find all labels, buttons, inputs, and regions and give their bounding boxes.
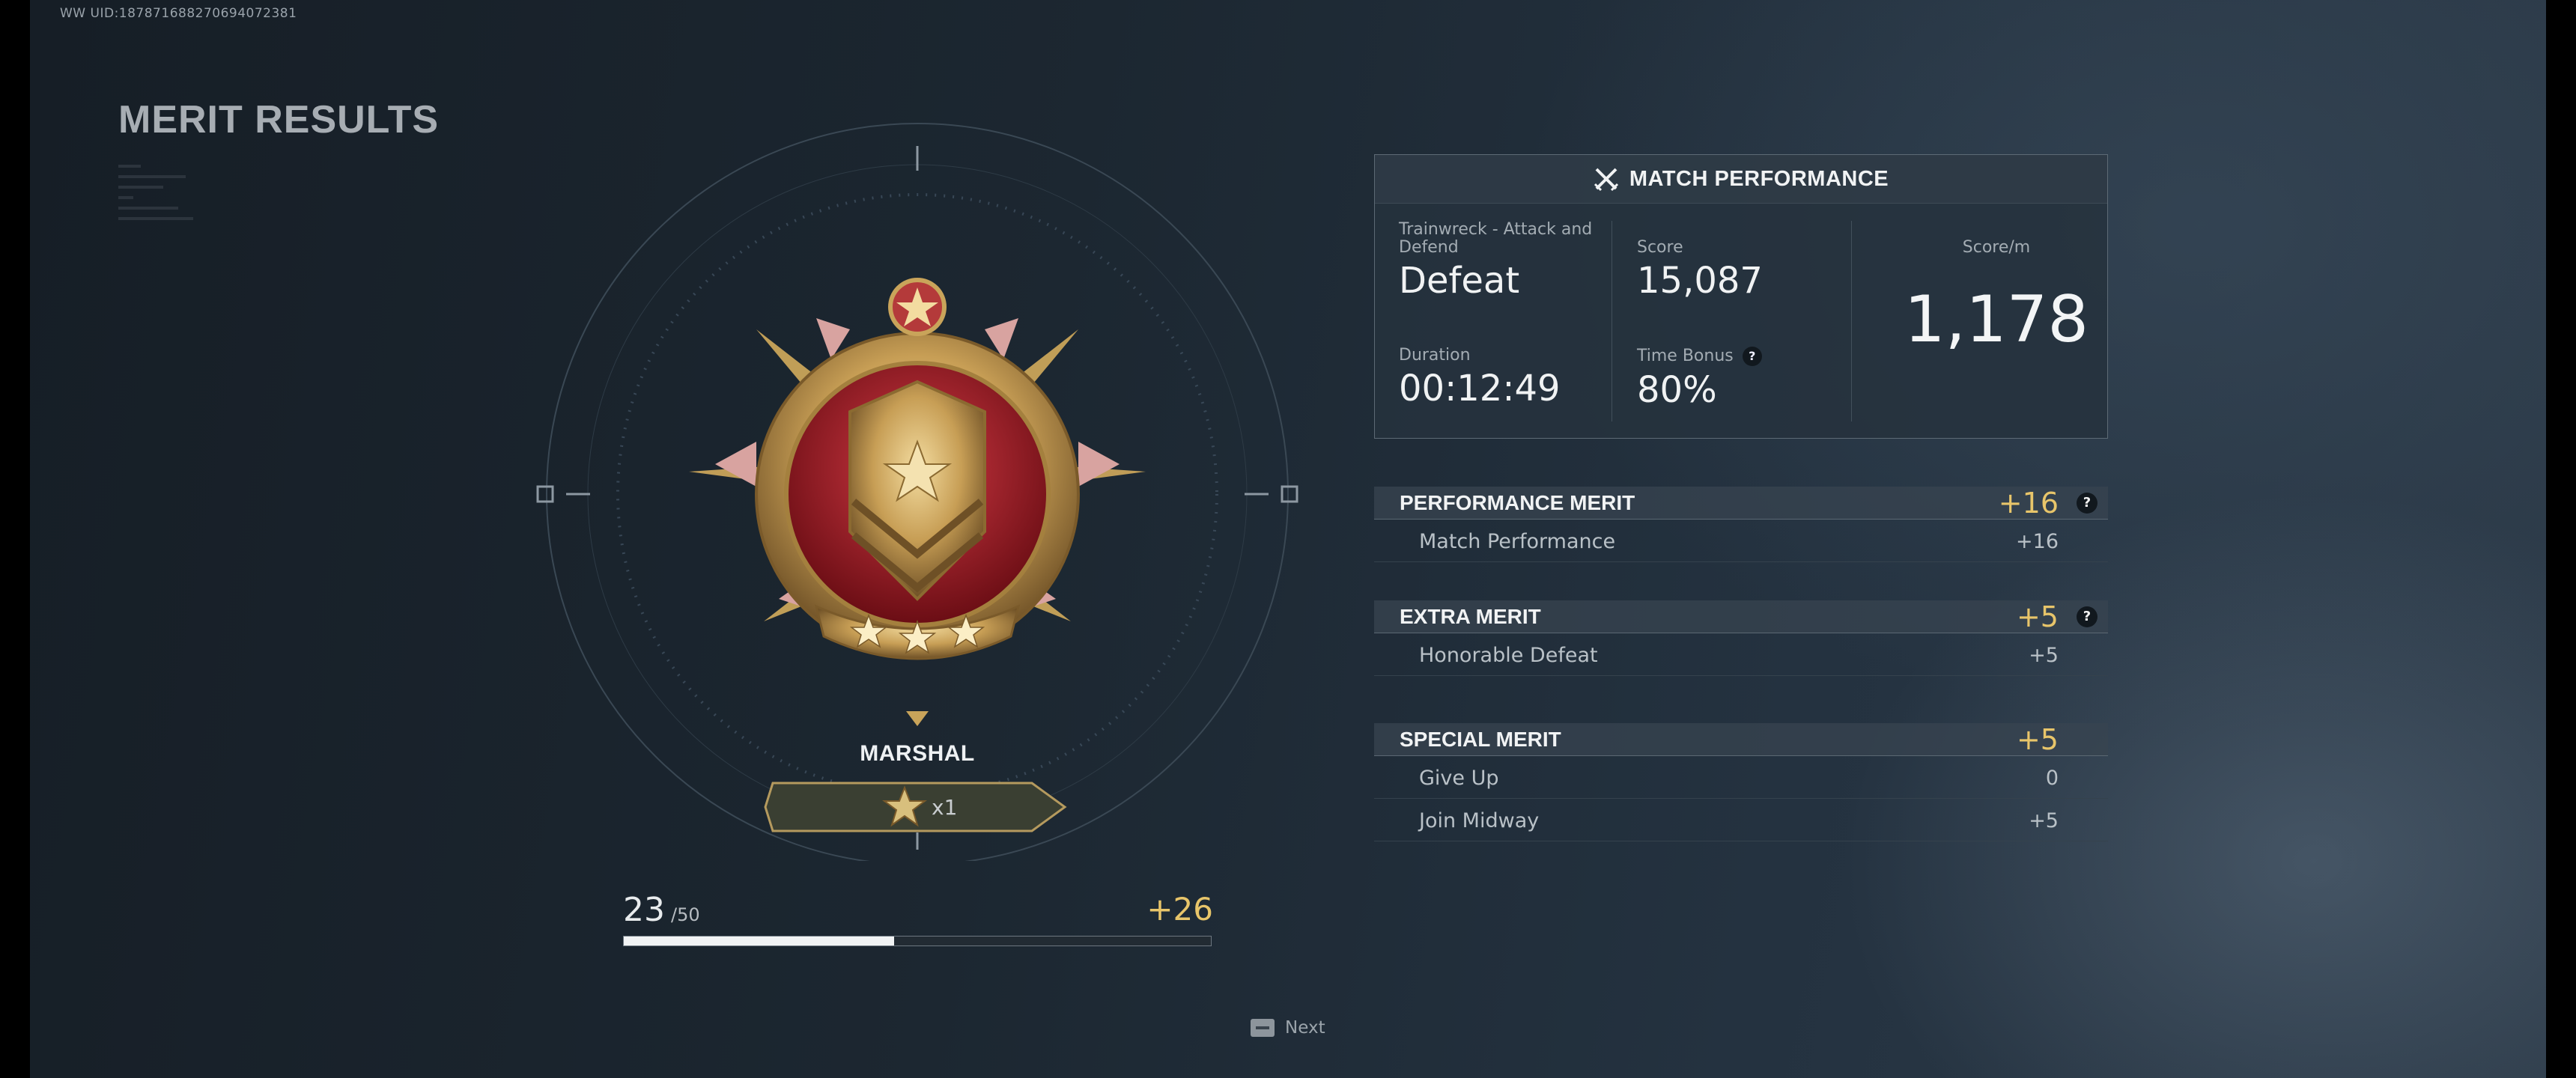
merit-row-label: Match Performance [1419,530,1616,553]
rank-star-icon [882,785,927,827]
score-per-min-value: 1,178 [1904,282,2089,357]
score-value: 15,087 [1637,260,1763,302]
score-per-min-label: Score/m [1962,238,2031,257]
progress-bar-fill [624,937,894,945]
help-icon[interactable]: ? [2077,493,2097,514]
section-title: EXTRA MERIT [1400,605,1541,628]
divider [1611,221,1612,421]
score-label: Score [1637,238,1683,257]
page-title: MERIT RESULTS [118,98,440,141]
time-bonus-label: Time Bonus [1637,347,1734,365]
match-performance-panel: MATCH PERFORMANCE Trainwreck - Attack an… [1374,154,2108,439]
progress-gain: +26 [1146,891,1213,928]
match-performance-title: MATCH PERFORMANCE [1629,166,1889,191]
extra-merit-section: EXTRA MERIT +5 ? Honorable Defeat +5 [1374,600,2108,676]
section-title: SPECIAL MERIT [1400,728,1561,751]
right-marker [1281,485,1298,503]
duration-value: 00:12:49 [1399,368,1561,409]
next-label: Next [1285,1018,1325,1038]
merit-row-value: +5 [2029,644,2059,667]
performance-merit-section: PERFORMANCE MERIT +16 ? Match Performanc… [1374,487,2108,562]
time-bonus-value: 80% [1637,369,1717,411]
merit-row-label: Honorable Defeat [1419,644,1598,667]
keyboard-key-icon [1251,1019,1275,1037]
left-marker [536,485,554,503]
duration-label: Duration [1399,346,1471,365]
merit-row: Match Performance +16 [1374,520,2108,562]
match-performance-header: MATCH PERFORMANCE [1375,155,2107,204]
duration-cell: Duration 00:12:49 [1399,346,1561,410]
special-merit-header: SPECIAL MERIT +5 [1374,723,2108,756]
time-bonus-help-icon[interactable]: ? [1742,347,1762,366]
map-mode-cell: Trainwreck - Attack and Defend Defeat [1399,221,1601,302]
map-mode: Trainwreck - Attack and Defend [1399,220,1593,257]
section-total: +16 [1998,487,2059,520]
special-merit-section: SPECIAL MERIT +5 Give Up 0 Join Midway +… [1374,723,2108,841]
merit-row-label: Give Up [1419,767,1499,790]
section-title: PERFORMANCE MERIT [1400,491,1635,514]
score-cell: Score 15,087 [1637,239,1763,302]
rank-multiplier: x1 [932,795,958,820]
divider [1851,221,1852,421]
results-screen: WW UID:187871688270694072381 MERIT RESUL… [30,0,2546,1078]
user-uid: WW UID:187871688270694072381 [60,6,297,21]
merit-row-value: +5 [2029,809,2059,832]
rank-name: MARSHAL [860,741,975,766]
merit-row: Honorable Defeat +5 [1374,633,2108,676]
merit-row-value: 0 [2045,767,2059,790]
next-button[interactable]: Next [1251,1018,1325,1038]
section-total: +5 [2016,600,2059,633]
merit-row: Give Up 0 [1374,756,2108,799]
match-result: Defeat [1399,260,1520,302]
rank-plate: x1 [762,780,1069,834]
crossed-swords-icon [1594,168,1618,192]
progress-current: 23/50 [623,891,700,929]
time-bonus-cell: Time Bonus? 80% [1637,347,1762,411]
progress-bar [623,936,1212,946]
section-total: +5 [2016,723,2059,756]
progress-max: /50 [671,904,700,925]
time-bonus-label-row: Time Bonus? [1637,347,1762,366]
extra-merit-header: EXTRA MERIT +5 ? [1374,600,2108,633]
merit-row-label: Join Midway [1419,809,1540,832]
performance-merit-header: PERFORMANCE MERIT +16 ? [1374,487,2108,520]
faint-background-text [118,157,253,367]
merit-row-value: +16 [2016,530,2059,553]
merit-row: Join Midway +5 [1374,799,2108,841]
help-icon[interactable]: ? [2077,606,2097,627]
